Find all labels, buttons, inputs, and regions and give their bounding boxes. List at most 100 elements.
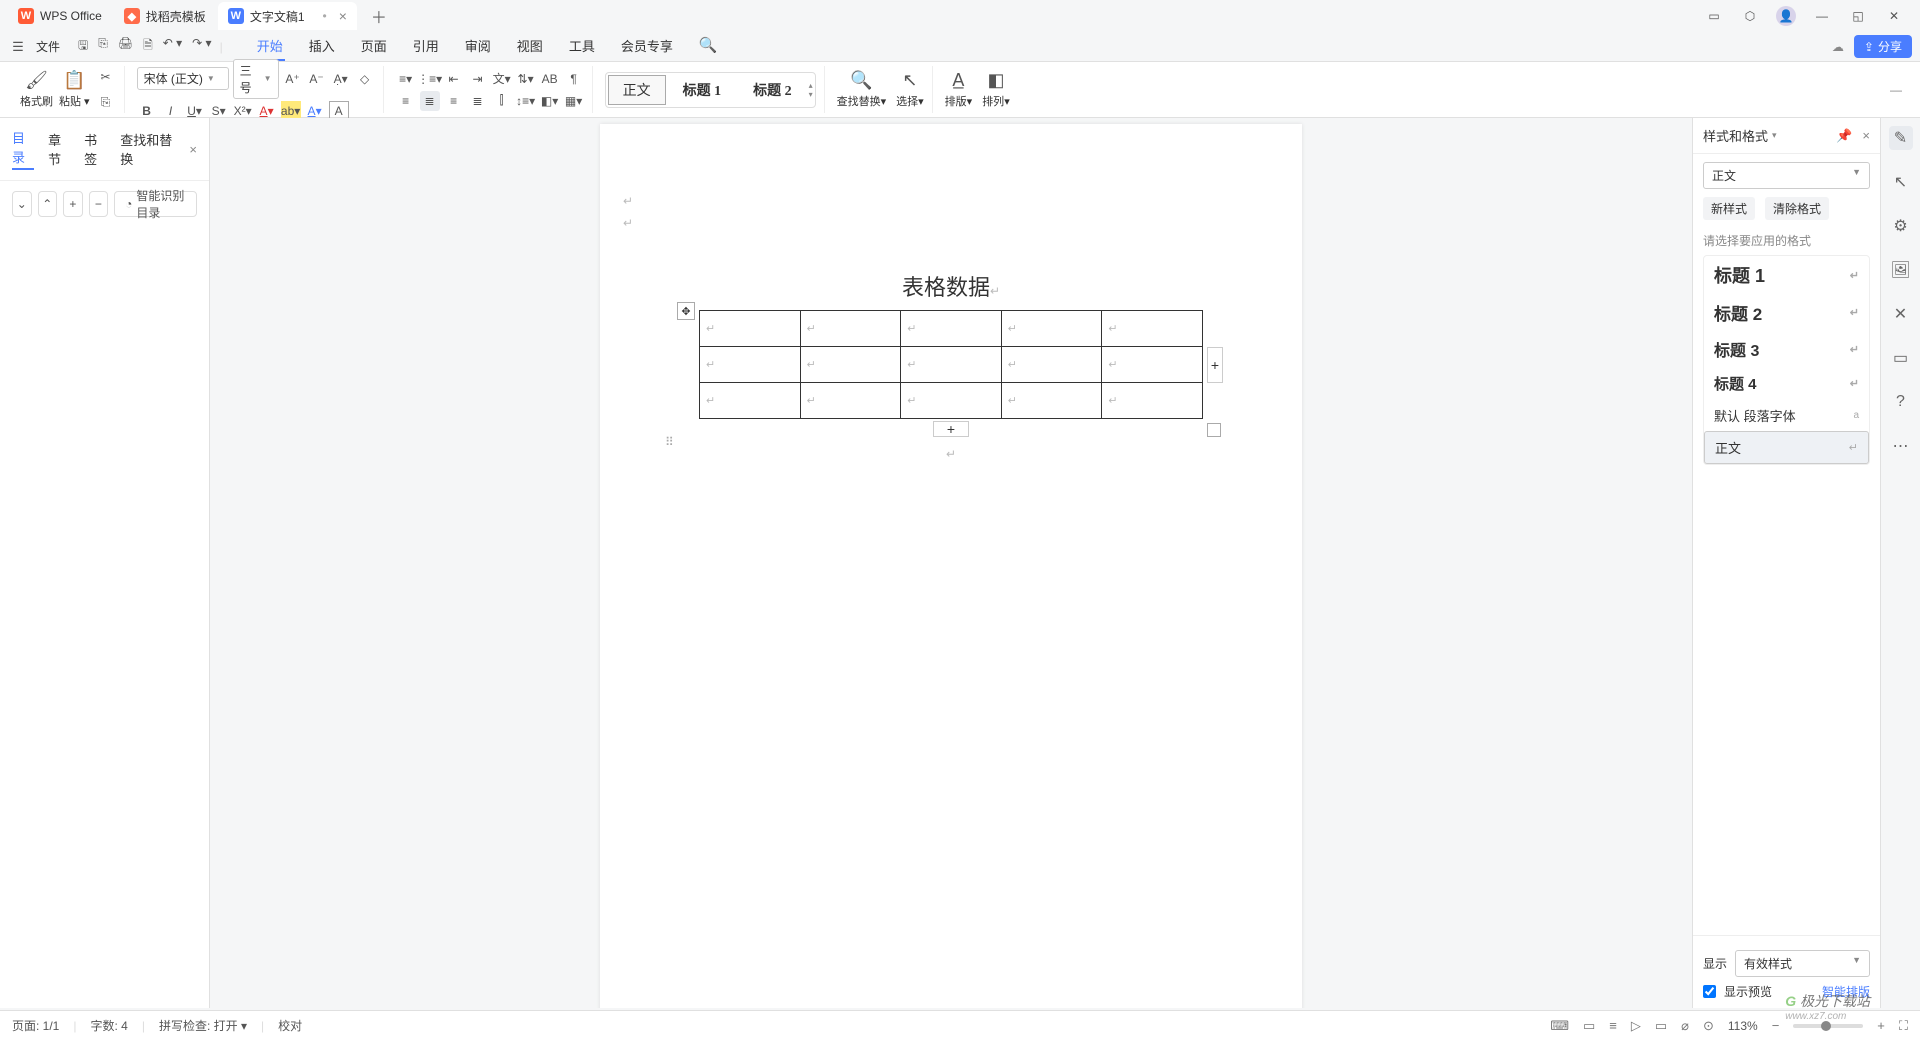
tab-review[interactable]: 审阅 <box>463 32 493 61</box>
tab-member[interactable]: 会员专享 <box>619 32 675 61</box>
cut-icon[interactable]: ✂ <box>96 67 116 87</box>
style-gallery[interactable]: 正文 标题 1 标题 2 ▴▾ <box>605 72 816 108</box>
add-item-button[interactable]: + <box>63 191 83 217</box>
tab-template-store[interactable]: ◆ 找稻壳模板 <box>114 2 216 30</box>
view-outline-icon[interactable]: ≡ <box>1609 1018 1617 1033</box>
export-icon[interactable]: ⎘ <box>98 36 108 57</box>
format-brush-button[interactable]: 🖌格式刷 <box>20 70 53 109</box>
collapse-ribbon-icon[interactable]: — <box>1890 83 1908 97</box>
tab-page[interactable]: 页面 <box>359 32 389 61</box>
maximize-icon[interactable]: ◱ <box>1848 6 1868 26</box>
increase-font-icon[interactable]: A⁺ <box>283 69 303 89</box>
nav-tab-chapter[interactable]: 章节 <box>48 130 70 168</box>
smart-toc-button[interactable]: ◔ 智能识别目录 <box>114 191 197 217</box>
hamburger-icon[interactable]: ☰ <box>8 37 28 57</box>
share-button[interactable]: ⇪ 分享 <box>1854 35 1912 58</box>
table-resize-handle[interactable] <box>1207 423 1221 437</box>
pin-panel-icon[interactable]: 📌 <box>1836 128 1852 144</box>
current-style-select[interactable]: 正文▼ <box>1703 162 1870 189</box>
copy-icon[interactable]: ⎘ <box>96 93 116 113</box>
redo-icon[interactable]: ↷ ▾ <box>192 36 211 57</box>
status-page[interactable]: 页面: 1/1 <box>12 1017 59 1034</box>
panel-dropdown-icon[interactable]: ▾ <box>1772 130 1777 141</box>
more-rail-icon[interactable]: ⋯ <box>1889 434 1913 458</box>
find-replace-button[interactable]: 🔍查找替换▾ <box>837 70 887 109</box>
table-add-column-handle[interactable]: + <box>1207 347 1223 383</box>
change-case-icon[interactable]: Ạ▾ <box>331 69 351 89</box>
font-size-select[interactable]: 三号▼ <box>233 59 279 99</box>
style-h2[interactable]: 标题 2 <box>738 75 807 105</box>
style-item-h3[interactable]: 标题 3↵ <box>1704 331 1869 367</box>
zoom-in-icon[interactable]: + <box>1877 1018 1885 1033</box>
paragraph-mark-icon[interactable]: ¶ <box>564 69 584 89</box>
numbering-icon[interactable]: ⋮≡▾ <box>420 69 440 89</box>
image-rail-icon[interactable]: 🖼 <box>1889 258 1913 282</box>
link-icon[interactable]: ⌀ <box>1681 1018 1689 1034</box>
zoom-level[interactable]: 113% <box>1728 1019 1758 1033</box>
style-item-h4[interactable]: 标题 4↵ <box>1704 367 1869 400</box>
close-window-icon[interactable]: ✕ <box>1884 6 1904 26</box>
table-move-handle[interactable]: ✥ <box>677 302 695 320</box>
tab-tools[interactable]: 工具 <box>567 32 597 61</box>
align-center-icon[interactable]: ≣ <box>420 91 440 111</box>
decrease-font-icon[interactable]: A⁻ <box>307 69 327 89</box>
status-words[interactable]: 字数: 4 <box>90 1017 127 1034</box>
print-icon[interactable]: 🖨 <box>118 36 133 57</box>
fullscreen-icon[interactable]: ⛶ <box>1899 1018 1908 1034</box>
symbol-icon[interactable]: AB <box>540 69 560 89</box>
borders-icon[interactable]: ▦▾ <box>564 91 584 111</box>
new-tab-button[interactable]: ＋ <box>367 4 391 28</box>
tab-wps-home[interactable]: W WPS Office <box>8 2 112 30</box>
fill-color-icon[interactable]: ◧▾ <box>540 91 560 111</box>
document-heading[interactable]: 表格数据↵ <box>615 270 1287 302</box>
edit-rail-icon[interactable]: ✎ <box>1889 126 1913 150</box>
user-avatar[interactable]: 👤 <box>1776 6 1796 26</box>
gallery-down-icon[interactable]: ▾ <box>809 90 813 99</box>
apps-icon[interactable]: ⬡ <box>1740 6 1760 26</box>
select-button[interactable]: ↖选择▾ <box>896 70 924 109</box>
gallery-up-icon[interactable]: ▴ <box>809 81 813 90</box>
layout-icon[interactable]: ▭ <box>1704 6 1724 26</box>
view-read-icon[interactable]: ▭ <box>1655 1018 1667 1034</box>
status-proofread[interactable]: 校对 <box>278 1017 302 1034</box>
close-tab-icon[interactable]: × <box>339 8 347 24</box>
tab-view[interactable]: 视图 <box>515 32 545 61</box>
style-normal[interactable]: 正文 <box>608 75 666 105</box>
document-table[interactable]: ↵↵↵↵↵ ↵↵↵↵↵ ↵↵↵↵↵ <box>699 310 1203 419</box>
paste-button[interactable]: 📋粘贴 ▾ <box>59 70 90 109</box>
decrease-indent-icon[interactable]: ⇤ <box>444 69 464 89</box>
distribute-icon[interactable]: ⫿ <box>492 91 512 111</box>
style-item-h2[interactable]: 标题 2↵ <box>1704 294 1869 331</box>
print-preview-icon[interactable]: 🗎 <box>143 36 153 57</box>
tab-insert[interactable]: 插入 <box>307 32 337 61</box>
align-right-icon[interactable]: ≡ <box>444 91 464 111</box>
increase-indent-icon[interactable]: ⇥ <box>468 69 488 89</box>
remove-item-button[interactable]: − <box>89 191 109 217</box>
tab-reference[interactable]: 引用 <box>411 32 441 61</box>
bullets-icon[interactable]: ≡▾ <box>396 69 416 89</box>
document-canvas[interactable]: ↵ ↵ 表格数据↵ ✥ ↵↵↵↵↵ ↵↵↵↵↵ ↵↵↵↵↵ + + ⠿ ↵ <box>210 118 1692 1008</box>
help-rail-icon[interactable]: ? <box>1889 390 1913 414</box>
line-spacing-icon[interactable]: ↕≡▾ <box>516 91 536 111</box>
move-up-button[interactable]: ⌃ <box>38 191 58 217</box>
keyboard-icon[interactable]: ⌨ <box>1550 1018 1569 1034</box>
file-menu[interactable]: 文件 <box>36 38 60 55</box>
save-icon[interactable]: 🖫 <box>78 36 88 57</box>
zoom-out-icon[interactable]: − <box>1772 1018 1780 1033</box>
nav-tab-findreplace[interactable]: 查找和替换 <box>120 130 175 168</box>
table-add-row-handle[interactable]: + <box>933 421 969 437</box>
tools-rail-icon[interactable]: ✕ <box>1889 302 1913 326</box>
style-h1[interactable]: 标题 1 <box>668 75 737 105</box>
justify-icon[interactable]: ≣ <box>468 91 488 111</box>
style-item-default-font[interactable]: 默认 段落字体a <box>1704 400 1869 431</box>
clear-format-icon[interactable]: ◇ <box>355 69 375 89</box>
text-direction-icon[interactable]: 文▾ <box>492 69 512 89</box>
arrange-button[interactable]: ◧排列▾ <box>982 70 1010 109</box>
view-web-icon[interactable]: ▷ <box>1631 1018 1641 1034</box>
style-item-body[interactable]: 正文↵ <box>1704 431 1869 464</box>
tab-document[interactable]: W 文字文稿1 • × <box>218 2 357 30</box>
nav-tab-bookmark[interactable]: 书签 <box>84 130 106 168</box>
undo-icon[interactable]: ↶ ▾ <box>163 36 182 57</box>
status-spellcheck[interactable]: 拼写检查: 打开 ▾ <box>159 1017 247 1034</box>
display-filter-select[interactable]: 有效样式▼ <box>1735 950 1870 977</box>
